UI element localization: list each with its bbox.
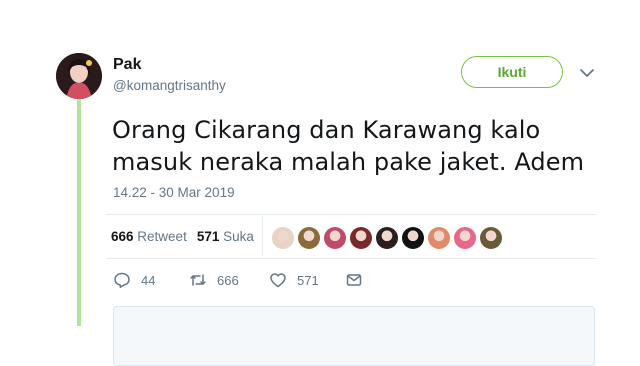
- tweet-text-line: Orang Cikarang dan Karawang kalo: [112, 116, 541, 144]
- like-action-count: 571: [297, 272, 319, 288]
- liker-avatar[interactable]: [454, 227, 476, 249]
- retweet-button[interactable]: 666: [189, 271, 269, 289]
- reply-count: 44: [141, 272, 156, 288]
- reply-icon: [114, 272, 130, 288]
- retweet-label: Retweet: [137, 229, 187, 244]
- retweet-count-stat[interactable]: 666 Retweet: [111, 229, 187, 244]
- envelope-icon: [346, 274, 362, 286]
- liker-avatars: [272, 227, 502, 249]
- like-label: Suka: [223, 229, 254, 244]
- retweet-action-count: 666: [217, 272, 239, 288]
- liker-avatar[interactable]: [480, 227, 502, 249]
- liker-avatar[interactable]: [376, 227, 398, 249]
- like-count-stat[interactable]: 571 Suka: [197, 229, 254, 244]
- user-name[interactable]: Pak: [113, 56, 141, 74]
- user-handle[interactable]: @komangtrisanthy: [113, 78, 226, 93]
- liker-avatar[interactable]: [350, 227, 372, 249]
- like-count: 571: [196, 229, 220, 244]
- liker-avatar[interactable]: [298, 227, 320, 249]
- reply-input-area[interactable]: [113, 306, 595, 366]
- direct-message-button[interactable]: [345, 271, 363, 289]
- thread-line: [77, 98, 81, 326]
- stats-separator: [262, 216, 263, 256]
- tweet-text-line: masuk neraka malah pake jaket. Adem: [112, 148, 585, 176]
- liker-avatar[interactable]: [428, 227, 450, 249]
- avatar-image: [56, 53, 102, 99]
- tweet-actions: 44 666 571: [113, 271, 363, 289]
- tweet-text: Orang Cikarang dan Karawang kalo masuk n…: [112, 114, 592, 178]
- follow-button-label: Ikuti: [497, 64, 527, 80]
- liker-avatar[interactable]: [402, 227, 424, 249]
- chevron-down-icon[interactable]: [578, 64, 596, 82]
- retweet-icon: [190, 274, 206, 286]
- divider: [106, 258, 596, 259]
- tweet-timestamp[interactable]: 14.22 - 30 Mar 2019: [113, 185, 235, 200]
- divider: [106, 214, 596, 215]
- tweet-stats: 666 Retweet 571 Suka: [111, 229, 254, 244]
- reply-button[interactable]: 44: [113, 271, 189, 289]
- retweet-count: 666: [111, 229, 134, 244]
- heart-icon: [270, 273, 286, 288]
- follow-button[interactable]: Ikuti: [461, 56, 563, 88]
- like-button[interactable]: 571: [269, 271, 345, 289]
- liker-avatar[interactable]: [272, 227, 294, 249]
- liker-avatar[interactable]: [324, 227, 346, 249]
- avatar[interactable]: [56, 53, 102, 99]
